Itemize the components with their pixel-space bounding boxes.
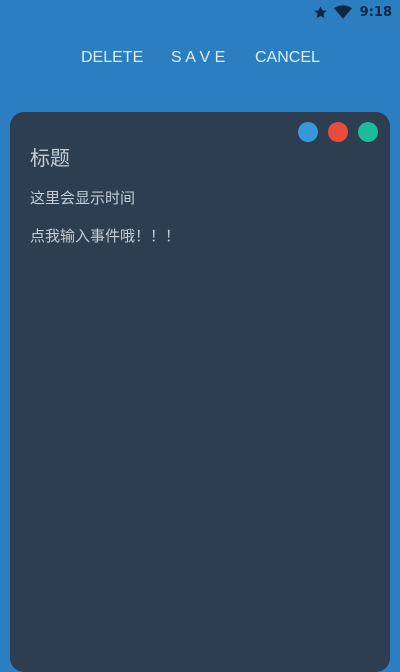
action-toolbar: DELETE S A V E CANCEL xyxy=(0,44,400,72)
color-picker xyxy=(288,122,378,142)
status-time: 9:18 xyxy=(359,4,392,20)
status-bar: 9:18 xyxy=(0,0,400,24)
note-content-input[interactable]: 点我输入事件哦！！！ xyxy=(30,226,180,246)
note-title[interactable]: 标题 xyxy=(30,145,70,171)
color-dot-red[interactable] xyxy=(328,122,348,142)
save-button[interactable]: S A V E xyxy=(171,44,225,72)
wifi-icon xyxy=(333,5,352,19)
note-time: 这里会显示时间 xyxy=(30,189,136,207)
cancel-button[interactable]: CANCEL xyxy=(255,44,320,72)
color-dot-green[interactable] xyxy=(358,122,378,142)
star-icon xyxy=(313,5,328,20)
note-card: 标题 这里会显示时间 点我输入事件哦！！！ xyxy=(10,112,390,672)
delete-button[interactable]: DELETE xyxy=(81,44,143,72)
color-dot-blue[interactable] xyxy=(298,122,318,142)
